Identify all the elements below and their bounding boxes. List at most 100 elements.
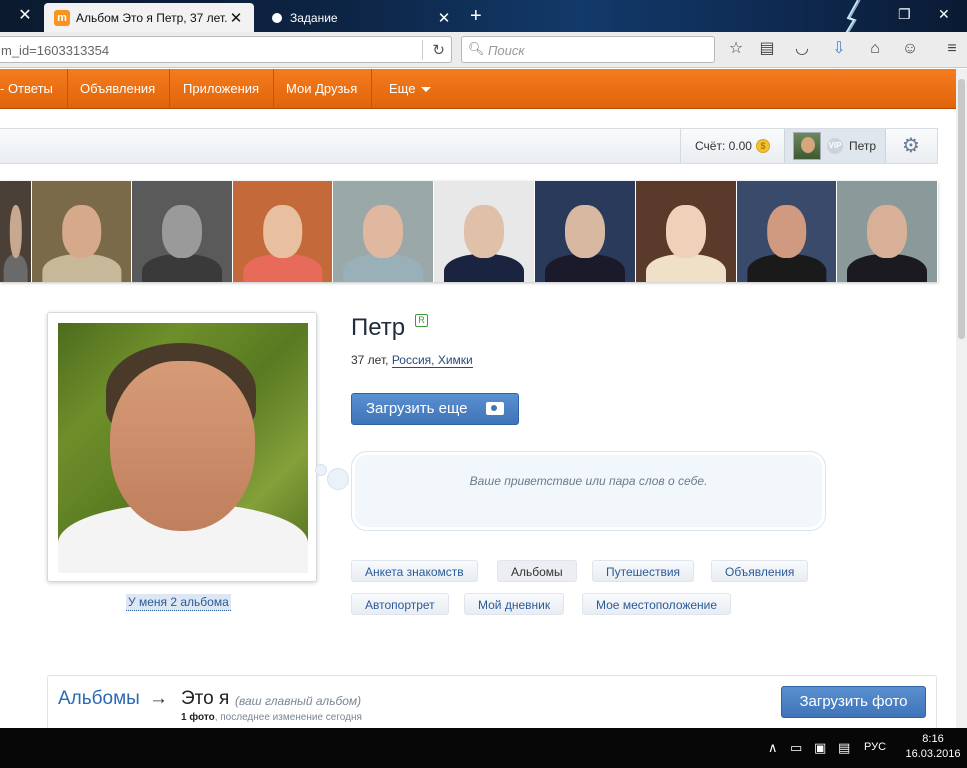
close-icon[interactable]: ✕ bbox=[16, 7, 34, 25]
profile-photo-card[interactable] bbox=[47, 312, 317, 582]
strip-photo-face bbox=[61, 205, 102, 258]
browser-tab-bar: ✕ m Альбом Это я Петр, 37 лет... ✕ Задан… bbox=[0, 0, 967, 69]
language-indicator[interactable]: РУС bbox=[864, 741, 886, 753]
profile-name: Петр bbox=[351, 314, 406, 341]
strip-photo-body bbox=[142, 253, 222, 282]
album-meta: 1 фото, последнее изменение сегодня bbox=[181, 712, 362, 723]
greeting-bubble[interactable]: Ваше приветствие или пара слов о себе. bbox=[351, 451, 826, 531]
balance-label: Счёт: 0.00 bbox=[695, 139, 752, 153]
upload-more-label: Загрузить еще bbox=[366, 400, 468, 417]
strip-photo[interactable] bbox=[233, 181, 333, 282]
balance[interactable]: Счёт: 0.00 $ bbox=[680, 129, 784, 163]
close-window-icon[interactable]: ✕ bbox=[938, 6, 950, 23]
network-icon[interactable]: ▣ bbox=[814, 740, 826, 756]
bookmark-star-icon[interactable]: ☆ bbox=[725, 38, 747, 60]
reading-list-icon[interactable]: ▤ bbox=[756, 38, 778, 60]
home-icon[interactable]: ⌂ bbox=[864, 38, 886, 60]
site-menu: - Ответы Объявления Приложения Мои Друзь… bbox=[0, 69, 967, 109]
strip-photo[interactable] bbox=[333, 181, 434, 282]
tab-album[interactable]: m Альбом Это я Петр, 37 лет... ✕ bbox=[44, 3, 254, 32]
strip-photo[interactable] bbox=[434, 181, 535, 282]
search-placeholder: Поиск bbox=[488, 43, 525, 58]
gear-icon[interactable]: ⚙ bbox=[886, 129, 936, 163]
strip-photo-body bbox=[847, 253, 927, 282]
strip-photo[interactable] bbox=[32, 181, 132, 282]
camera-icon bbox=[486, 402, 504, 415]
vip-badge: VIP bbox=[827, 138, 843, 154]
tab-close-icon[interactable]: ✕ bbox=[228, 9, 244, 27]
download-icon[interactable]: ⇩ bbox=[828, 38, 850, 60]
search-input[interactable]: 🔍︎ Поиск bbox=[461, 36, 715, 63]
coin-icon: $ bbox=[755, 139, 770, 153]
strip-photo[interactable] bbox=[737, 181, 837, 282]
profile-age: 37 лет, bbox=[351, 353, 389, 367]
bubble-tail-small bbox=[315, 464, 327, 476]
clock-time: 8:16 bbox=[922, 733, 944, 745]
strip-photo-body bbox=[746, 253, 827, 282]
url-bar[interactable]: m_id=1603313354 ↻ bbox=[0, 36, 452, 63]
menu-hamburger-icon[interactable]: ≡ bbox=[941, 38, 963, 60]
strip-photo[interactable] bbox=[636, 181, 737, 282]
registered-badge: R bbox=[415, 314, 428, 327]
url-text: m_id=1603313354 bbox=[1, 43, 110, 58]
scrollbar-thumb[interactable] bbox=[958, 79, 965, 339]
clock[interactable]: 8:16 16.03.2016 bbox=[905, 732, 961, 762]
user-menu[interactable]: VIP Петр bbox=[784, 129, 886, 163]
strip-photo-face bbox=[565, 205, 605, 258]
tab-travels[interactable]: Путешествия bbox=[592, 560, 695, 582]
chevron-up-icon[interactable]: ∧ bbox=[768, 740, 778, 756]
smiley-icon[interactable]: ☺ bbox=[899, 38, 921, 60]
menu-friends[interactable]: Мои Друзья bbox=[272, 69, 373, 109]
new-tab-icon[interactable]: + bbox=[470, 5, 482, 27]
photo-strip bbox=[0, 181, 938, 282]
strip-photo-body bbox=[646, 253, 726, 282]
strip-photo-face bbox=[666, 205, 706, 258]
strip-photo[interactable] bbox=[132, 181, 233, 282]
strip-photo[interactable] bbox=[837, 181, 938, 282]
tab-favicon-icon bbox=[272, 12, 282, 23]
restore-window-icon[interactable]: ❐ bbox=[898, 6, 911, 23]
menu-apps[interactable]: Приложения bbox=[169, 69, 275, 109]
strip-photo[interactable] bbox=[535, 181, 636, 282]
tab-diary[interactable]: Мой дневник bbox=[464, 593, 565, 615]
menu-ads[interactable]: Объявления bbox=[66, 69, 171, 109]
albums-count-link[interactable]: У меня 2 альбома bbox=[126, 594, 231, 611]
greeting-placeholder: Ваше приветствие или пара слов о себе. bbox=[469, 474, 708, 488]
tab-dating-profile[interactable]: Анкета знакомств bbox=[351, 560, 478, 582]
page-scrollbar[interactable] bbox=[956, 69, 967, 729]
reload-icon[interactable]: ↻ bbox=[432, 41, 445, 59]
strip-photo-face bbox=[262, 205, 303, 258]
menu-answers[interactable]: - Ответы bbox=[0, 69, 68, 109]
strip-photo-body bbox=[545, 253, 625, 282]
chevron-down-icon bbox=[421, 87, 432, 93]
tab-task[interactable]: Задание ✕ bbox=[258, 3, 462, 32]
strip-photo-face bbox=[766, 205, 807, 258]
bubble-tail-large bbox=[327, 468, 349, 490]
clock-date: 16.03.2016 bbox=[905, 748, 961, 760]
menu-more[interactable]: Еще bbox=[375, 69, 445, 109]
notifications-icon[interactable]: ▤ bbox=[838, 740, 850, 756]
upload-photo-button[interactable]: Загрузить фото bbox=[781, 686, 926, 718]
strip-photo-body bbox=[3, 253, 28, 282]
battery-icon[interactable]: ▭ bbox=[790, 740, 802, 756]
tab-self-portrait[interactable]: Автопортрет bbox=[351, 593, 449, 615]
search-icon: 🔍︎ bbox=[468, 41, 485, 56]
strip-photo-body bbox=[444, 253, 524, 282]
album-photo-count: 1 фото bbox=[181, 712, 215, 723]
profile-location-link[interactable]: Россия, Химки bbox=[391, 353, 473, 368]
tab-close-icon[interactable]: ✕ bbox=[436, 9, 452, 27]
pocket-icon[interactable]: ◡ bbox=[791, 38, 813, 60]
strip-photo[interactable] bbox=[0, 181, 32, 282]
tab-albums[interactable]: Альбомы bbox=[497, 560, 577, 582]
photo-face bbox=[110, 361, 255, 531]
tab-location[interactable]: Мое местоположение bbox=[582, 593, 732, 615]
browser-toolbar: m_id=1603313354 ↻ 🔍︎ Поиск bbox=[0, 32, 967, 68]
upload-more-button[interactable]: Загрузить еще bbox=[351, 393, 519, 425]
profile-photo[interactable] bbox=[58, 323, 308, 573]
strip-photo-face bbox=[9, 205, 22, 258]
strip-photo-face bbox=[464, 205, 504, 258]
user-name: Петр bbox=[849, 139, 877, 153]
album-title: Это я bbox=[181, 688, 230, 709]
albums-breadcrumb-link[interactable]: Альбомы bbox=[58, 688, 140, 710]
tab-ads[interactable]: Объявления bbox=[711, 560, 809, 582]
